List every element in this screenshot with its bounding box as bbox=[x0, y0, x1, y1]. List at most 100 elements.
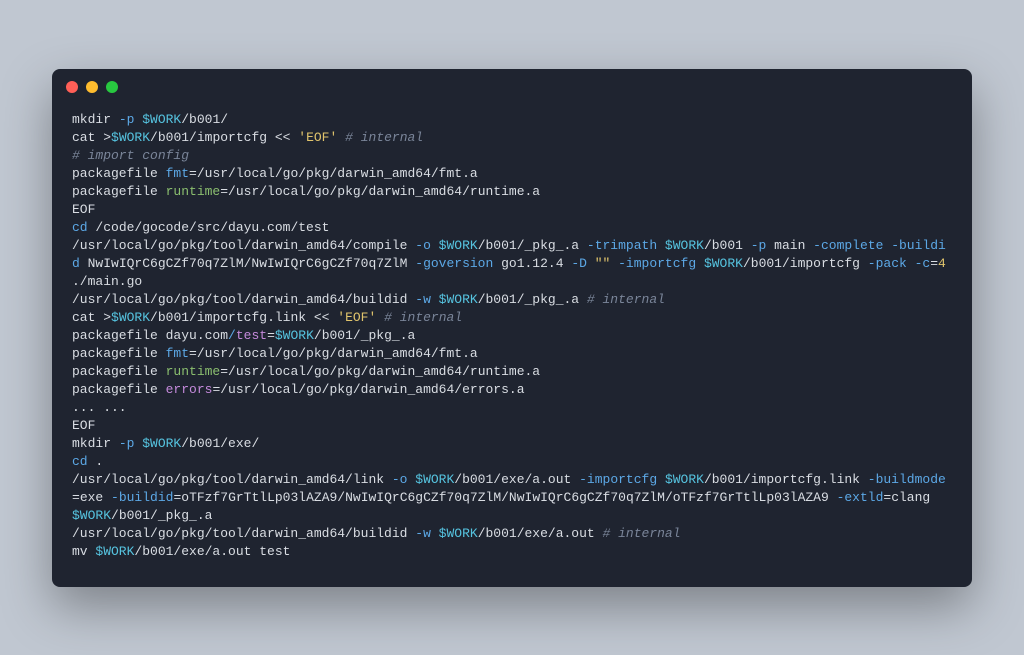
token: runtime bbox=[166, 364, 221, 379]
token: -goversion bbox=[415, 256, 501, 271]
token: $WORK bbox=[142, 436, 181, 451]
token: # internal bbox=[345, 130, 423, 145]
token: EOF bbox=[72, 202, 95, 217]
token: errors bbox=[166, 382, 213, 397]
token: -w bbox=[415, 526, 438, 541]
token: "" bbox=[595, 256, 618, 271]
terminal-line: ... ... bbox=[72, 399, 952, 417]
token: packagefile dayu.com bbox=[72, 328, 228, 343]
token: $WORK bbox=[415, 472, 454, 487]
token: EOF bbox=[72, 418, 95, 433]
token: -pack bbox=[868, 256, 915, 271]
token: -w bbox=[415, 292, 438, 307]
terminal-line: /usr/local/go/pkg/tool/darwin_amd64/buil… bbox=[72, 291, 952, 309]
token: = bbox=[930, 256, 938, 271]
token: /b001/importcfg.link bbox=[704, 472, 868, 487]
token: /b001/_pkg_.a bbox=[478, 292, 587, 307]
terminal-line: /usr/local/go/pkg/tool/darwin_amd64/buil… bbox=[72, 525, 952, 543]
token: /b001/importcfg.link bbox=[150, 310, 314, 325]
terminal-line: mv $WORK/b001/exe/a.out test bbox=[72, 543, 952, 561]
token: << bbox=[314, 310, 337, 325]
token: $WORK bbox=[439, 292, 478, 307]
token: mkdir bbox=[72, 112, 119, 127]
token: test bbox=[259, 544, 290, 559]
token: /usr/local/go/pkg/tool/darwin_amd64/buil… bbox=[72, 526, 415, 541]
token: $WORK bbox=[665, 472, 704, 487]
token: /b001/ bbox=[181, 112, 228, 127]
token: $WORK bbox=[111, 130, 150, 145]
terminal-line: EOF bbox=[72, 417, 952, 435]
token: 4 bbox=[938, 256, 946, 271]
token: NwIwIQrC6gCZf70q7ZlM/NwIwIQrC6gCZf70q7Zl… bbox=[88, 256, 416, 271]
token: /b001/importcfg bbox=[150, 130, 275, 145]
token: cd bbox=[72, 454, 88, 469]
token: -p bbox=[119, 436, 142, 451]
token: main bbox=[766, 238, 813, 253]
token: exe bbox=[80, 490, 111, 505]
token: /usr/local/go/pkg/darwin_amd64/runtime.a bbox=[228, 184, 540, 199]
token: -complete bbox=[813, 238, 891, 253]
terminal-line: # import config bbox=[72, 147, 952, 165]
terminal-line: packagefile runtime=/usr/local/go/pkg/da… bbox=[72, 183, 952, 201]
token: $WORK bbox=[72, 508, 111, 523]
close-icon[interactable] bbox=[66, 81, 78, 93]
token: /usr/local/go/pkg/darwin_amd64/fmt.a bbox=[197, 166, 478, 181]
token: /b001/exe/a.out bbox=[454, 472, 579, 487]
token: / bbox=[228, 328, 236, 343]
minimize-icon[interactable] bbox=[86, 81, 98, 93]
token: /b001/_pkg_.a bbox=[478, 238, 587, 253]
token: /b001/exe/a.out bbox=[134, 544, 259, 559]
terminal-line: /usr/local/go/pkg/tool/darwin_amd64/comp… bbox=[72, 237, 952, 291]
token: $WORK bbox=[275, 328, 314, 343]
token: mv bbox=[72, 544, 95, 559]
token: -buildmode bbox=[868, 472, 946, 487]
token: $WORK bbox=[111, 310, 150, 325]
token: /usr/local/go/pkg/darwin_amd64/runtime.a bbox=[228, 364, 540, 379]
terminal-line: cat >$WORK/b001/importcfg << 'EOF' # int… bbox=[72, 129, 952, 147]
token: cd bbox=[72, 220, 88, 235]
token: -D bbox=[571, 256, 594, 271]
terminal-line: packagefile fmt=/usr/local/go/pkg/darwin… bbox=[72, 165, 952, 183]
token: = bbox=[220, 364, 228, 379]
token: -extld bbox=[837, 490, 884, 505]
token: 'EOF' bbox=[337, 310, 376, 325]
token: /b001/_pkg_.a bbox=[111, 508, 212, 523]
token: 'EOF' bbox=[298, 130, 337, 145]
token: fmt bbox=[166, 166, 189, 181]
maximize-icon[interactable] bbox=[106, 81, 118, 93]
token: fmt bbox=[166, 346, 189, 361]
token: /usr/local/go/pkg/darwin_amd64/fmt.a bbox=[197, 346, 478, 361]
token: cat bbox=[72, 130, 103, 145]
token: packagefile bbox=[72, 166, 166, 181]
terminal-window: mkdir -p $WORK/b001/cat >$WORK/b001/impo… bbox=[52, 69, 972, 587]
token: packagefile bbox=[72, 346, 166, 361]
token: ... ... bbox=[72, 400, 127, 415]
token: = bbox=[72, 490, 80, 505]
terminal-line: cd . bbox=[72, 453, 952, 471]
terminal-line: packagefile dayu.com/test=$WORK/b001/_pk… bbox=[72, 327, 952, 345]
token: /b001/exe/a.out bbox=[478, 526, 603, 541]
terminal-output: mkdir -p $WORK/b001/cat >$WORK/b001/impo… bbox=[52, 105, 972, 587]
token: -importcfg bbox=[618, 256, 704, 271]
token: packagefile bbox=[72, 184, 166, 199]
titlebar bbox=[52, 69, 972, 105]
token: oTFzf7GrTtlLp03lAZA9/NwIwIQrC6gCZf70q7Zl… bbox=[181, 490, 836, 505]
token: packagefile bbox=[72, 364, 166, 379]
token: -p bbox=[119, 112, 142, 127]
token: mkdir bbox=[72, 436, 119, 451]
terminal-line: packagefile runtime=/usr/local/go/pkg/da… bbox=[72, 363, 952, 381]
token: /b001/_pkg_.a bbox=[314, 328, 415, 343]
token: = bbox=[189, 346, 197, 361]
terminal-line: packagefile errors=/usr/local/go/pkg/dar… bbox=[72, 381, 952, 399]
token: cat bbox=[72, 310, 103, 325]
token: > bbox=[103, 130, 111, 145]
token: << bbox=[275, 130, 298, 145]
token: /b001/exe/ bbox=[181, 436, 259, 451]
token: # internal bbox=[587, 292, 665, 307]
token: $WORK bbox=[704, 256, 743, 271]
token: /usr/local/go/pkg/tool/darwin_amd64/link bbox=[72, 472, 392, 487]
token: -buildid bbox=[111, 490, 173, 505]
token: $WORK bbox=[142, 112, 181, 127]
token: test bbox=[236, 328, 267, 343]
token: /usr/local/go/pkg/darwin_amd64/errors.a bbox=[220, 382, 524, 397]
